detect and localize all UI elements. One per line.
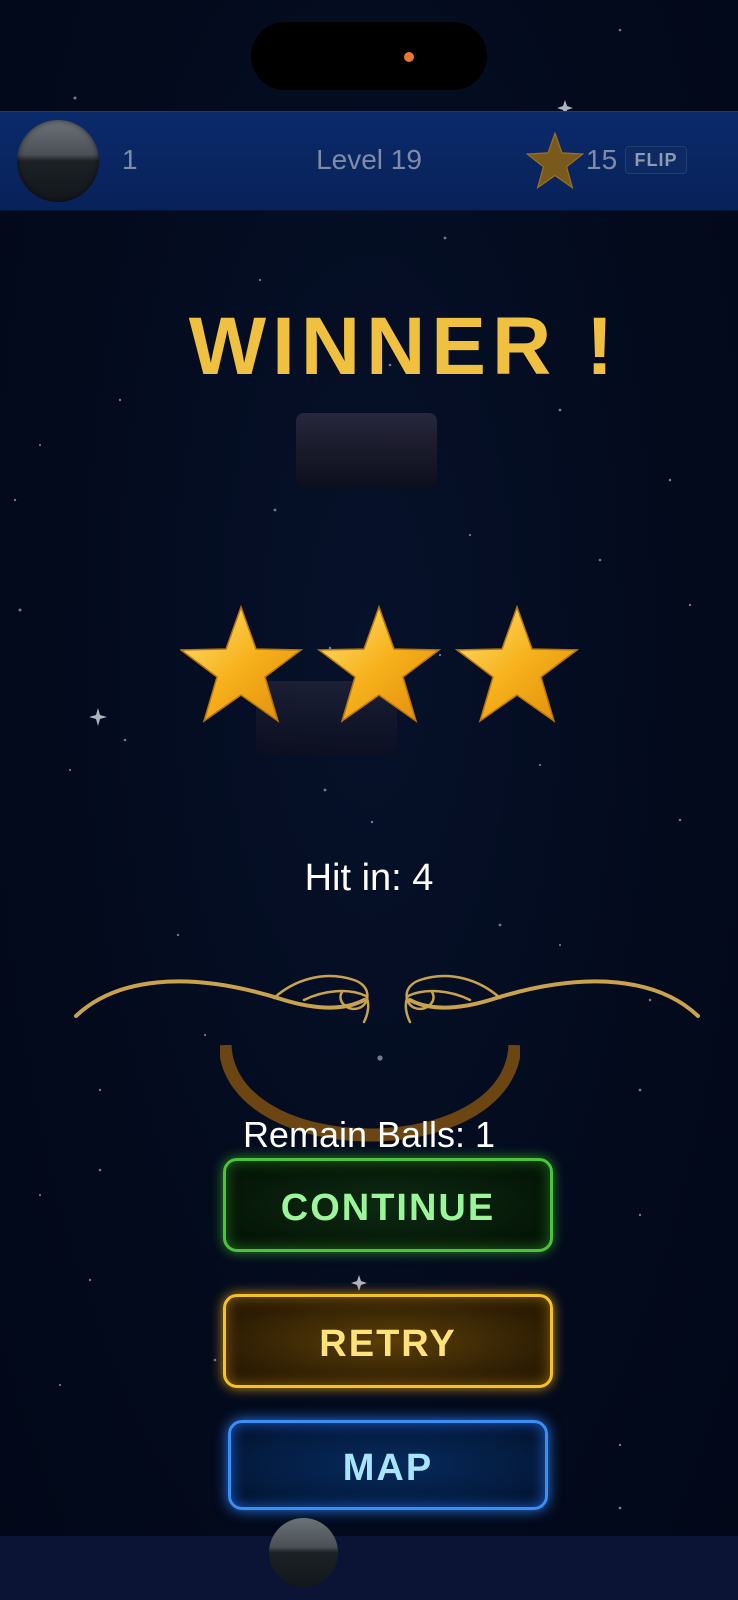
top-hud-bar: 1 Level 19 15 FLIP [0, 111, 738, 211]
device-notch [251, 22, 487, 90]
flip-button[interactable]: FLIP [625, 146, 687, 174]
stars-count: 15 [586, 144, 618, 175]
rating-stars [180, 604, 580, 723]
rating-star-icon [454, 604, 580, 723]
map-button[interactable]: MAP [228, 1420, 548, 1510]
ornament-divider [74, 974, 700, 1024]
star-icon [526, 132, 584, 190]
ball-launcher [269, 1518, 338, 1587]
bottom-bar [0, 1536, 738, 1600]
game-scene: 1 Level 19 15 FLIP WINNER ! Hit in: 4 Re… [0, 0, 738, 1600]
brick-block [296, 413, 437, 487]
rating-star-icon [180, 604, 304, 723]
rating-star-icon [316, 604, 442, 723]
winner-title: WINNER ! [188, 301, 620, 392]
retry-button[interactable]: RETRY [223, 1294, 553, 1388]
remain-balls-text: Remain Balls: 1 [242, 1114, 496, 1155]
camera-indicator [404, 52, 414, 62]
hit-count-text: Hit in: 4 [304, 857, 434, 899]
continue-button[interactable]: CONTINUE [223, 1158, 553, 1252]
